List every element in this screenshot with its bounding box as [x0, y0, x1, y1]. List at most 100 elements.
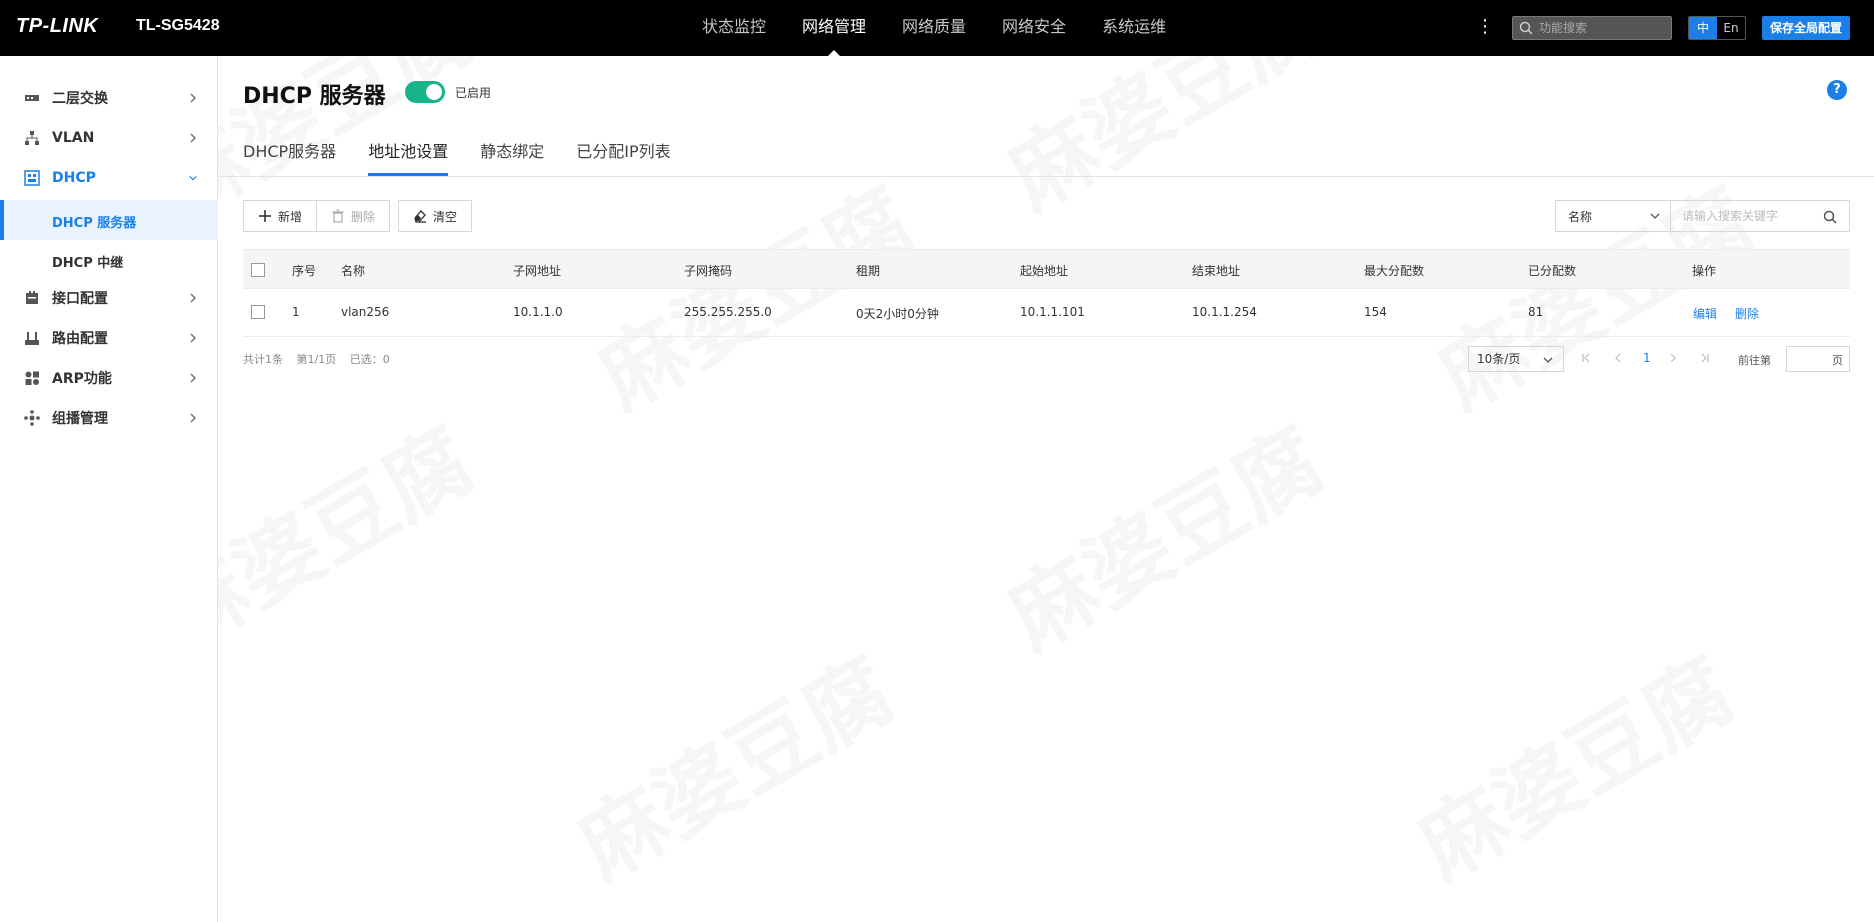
main-nav: 状态监控 网络管理 网络质量 网络安全 系统运维: [702, 0, 1202, 56]
last-page-icon[interactable]: [1699, 351, 1711, 365]
add-button[interactable]: 新增: [243, 200, 317, 232]
tab-address-pool[interactable]: 地址池设置: [368, 138, 449, 176]
sidebar-item-label: 接口配置: [52, 291, 108, 307]
delete-button-label: 删除: [350, 209, 375, 224]
sidebar: 二层交换 VLAN DHCP DHCP 服务器 DHCP 中继 接口配置 路由配…: [0, 56, 218, 922]
chevron-right-icon: [190, 413, 196, 423]
save-global-config-button[interactable]: 保存全局配置: [1762, 16, 1850, 40]
more-vertical-icon[interactable]: ⋮: [1476, 16, 1494, 38]
nav-status-monitor[interactable]: 状态监控: [702, 0, 766, 56]
goto-page-label: 前往第: [1738, 354, 1771, 367]
chevron-right-icon: [190, 333, 196, 343]
nav-network-quality[interactable]: 网络质量: [902, 0, 966, 56]
watermark: 麻婆豆腐: [982, 392, 1342, 672]
table-search[interactable]: [1670, 200, 1850, 232]
max-allocations: 154: [1364, 305, 1387, 319]
sidebar-item-label: DHCP: [52, 170, 96, 186]
sidebar-item-route-config[interactable]: 路由配置: [0, 318, 218, 358]
sidebar-item-interface-config[interactable]: 接口配置: [0, 278, 218, 318]
route-icon: [25, 332, 39, 345]
edit-link[interactable]: 编辑: [1693, 305, 1717, 322]
tab-bar: DHCP服务器 地址池设置 静态绑定 已分配IP列表: [243, 138, 703, 176]
sidebar-subitem-dhcp-server[interactable]: DHCP 服务器: [0, 200, 218, 240]
sidebar-item-multicast[interactable]: 组播管理: [0, 398, 218, 438]
nav-network-security[interactable]: 网络安全: [1002, 0, 1066, 56]
arp-icon: [25, 371, 39, 385]
row-checkbox[interactable]: [251, 305, 265, 319]
start-address: 10.1.1.101: [1020, 305, 1085, 319]
toggle-status-label: 已启用: [455, 86, 492, 100]
end-address: 10.1.1.254: [1192, 305, 1257, 319]
sidebar-item-arp[interactable]: ARP功能: [0, 358, 218, 398]
page-info: 第1/1页: [296, 353, 337, 366]
sidebar-item-label: 组播管理: [52, 411, 108, 427]
column-header: 结束地址: [1192, 264, 1241, 278]
clear-button[interactable]: 清空: [398, 200, 472, 232]
column-header: 子网地址: [513, 264, 562, 278]
delete-link[interactable]: 删除: [1735, 305, 1759, 322]
next-page-icon[interactable]: [1667, 351, 1679, 365]
sidebar-subitem-dhcp-relay[interactable]: DHCP 中继: [0, 240, 218, 280]
top-bar: TP-LINK TL-SG5428 状态监控 网络管理 网络质量 网络安全 系统…: [0, 0, 1874, 56]
sidebar-item-l2-switching[interactable]: 二层交换: [0, 78, 218, 118]
nav-system-ops[interactable]: 系统运维: [1102, 0, 1166, 56]
page-size-value: 10条/页: [1477, 352, 1521, 366]
lang-en-button[interactable]: En: [1717, 17, 1745, 39]
first-page-icon[interactable]: [1580, 351, 1592, 365]
row-index: 1: [292, 305, 300, 319]
goto-page-field[interactable]: 页: [1786, 346, 1850, 372]
delete-button[interactable]: 删除: [316, 200, 390, 232]
chevron-right-icon: [190, 133, 196, 143]
watermark: 麻婆豆腐: [1392, 622, 1752, 902]
column-header: 子网掩码: [684, 264, 733, 278]
chevron-right-icon: [190, 293, 196, 303]
device-model: TL-SG5428: [136, 17, 220, 34]
goto-page-suffix: 页: [1832, 354, 1843, 367]
table-header: 序号 名称 子网地址 子网掩码 租期 起始地址 结束地址 最大分配数 已分配数 …: [243, 249, 1850, 289]
lang-zh-button[interactable]: 中: [1689, 17, 1717, 39]
switch-icon: [25, 95, 39, 101]
sidebar-item-label: 路由配置: [52, 331, 108, 347]
sidebar-item-vlan[interactable]: VLAN: [0, 118, 218, 158]
nav-network-management[interactable]: 网络管理: [802, 0, 866, 56]
search-field-value: 名称: [1568, 209, 1593, 224]
help-icon[interactable]: ?: [1827, 80, 1847, 100]
feature-search-input[interactable]: [1539, 21, 1669, 35]
select-all-checkbox[interactable]: [251, 263, 265, 277]
column-header: 起始地址: [1020, 264, 1069, 278]
sidebar-item-dhcp[interactable]: DHCP: [0, 158, 218, 198]
column-header: 租期: [856, 264, 881, 278]
table-search-input[interactable]: [1682, 209, 1812, 223]
tab-dhcp-server[interactable]: DHCP服务器: [243, 138, 336, 176]
dhcp-enable-toggle[interactable]: [405, 81, 445, 103]
column-header: 操作: [1692, 264, 1717, 278]
search-icon[interactable]: [1823, 210, 1837, 224]
trash-icon: [332, 209, 344, 223]
tab-static-binding[interactable]: 静态绑定: [480, 138, 544, 176]
tab-assigned-ip-list[interactable]: 已分配IP列表: [576, 138, 670, 176]
column-header: 名称: [341, 264, 366, 278]
feature-search[interactable]: [1512, 16, 1672, 40]
total-count: 共计1条: [243, 353, 283, 366]
column-header: 序号: [292, 264, 317, 278]
chevron-right-icon: [190, 373, 196, 383]
current-page-number[interactable]: 1: [1643, 351, 1651, 365]
chevron-down-icon: [1543, 357, 1553, 363]
watermark: 麻婆豆腐: [552, 622, 912, 902]
chevron-right-icon: [190, 93, 196, 103]
search-field-select[interactable]: 名称: [1555, 200, 1671, 232]
sidebar-subitem-label: DHCP 服务器: [52, 216, 137, 231]
assigned-count: 81: [1528, 305, 1544, 319]
page-title: DHCP 服务器: [243, 84, 386, 109]
selected-count: 已选：0: [349, 353, 390, 366]
goto-page-input[interactable]: [1791, 347, 1831, 371]
sidebar-subitem-label: DHCP 中继: [52, 256, 124, 271]
table-summary: 共计1条 第1/1页 已选：0: [243, 351, 400, 367]
brand-logo: TP-LINK: [16, 15, 99, 37]
language-switch: 中 En: [1688, 16, 1746, 40]
subnet-mask: 255.255.255.0: [684, 305, 772, 319]
prev-page-icon[interactable]: [1612, 351, 1624, 365]
sidebar-item-label: ARP功能: [52, 371, 112, 387]
dhcp-icon: [24, 170, 40, 186]
page-size-select[interactable]: 10条/页: [1468, 346, 1564, 372]
